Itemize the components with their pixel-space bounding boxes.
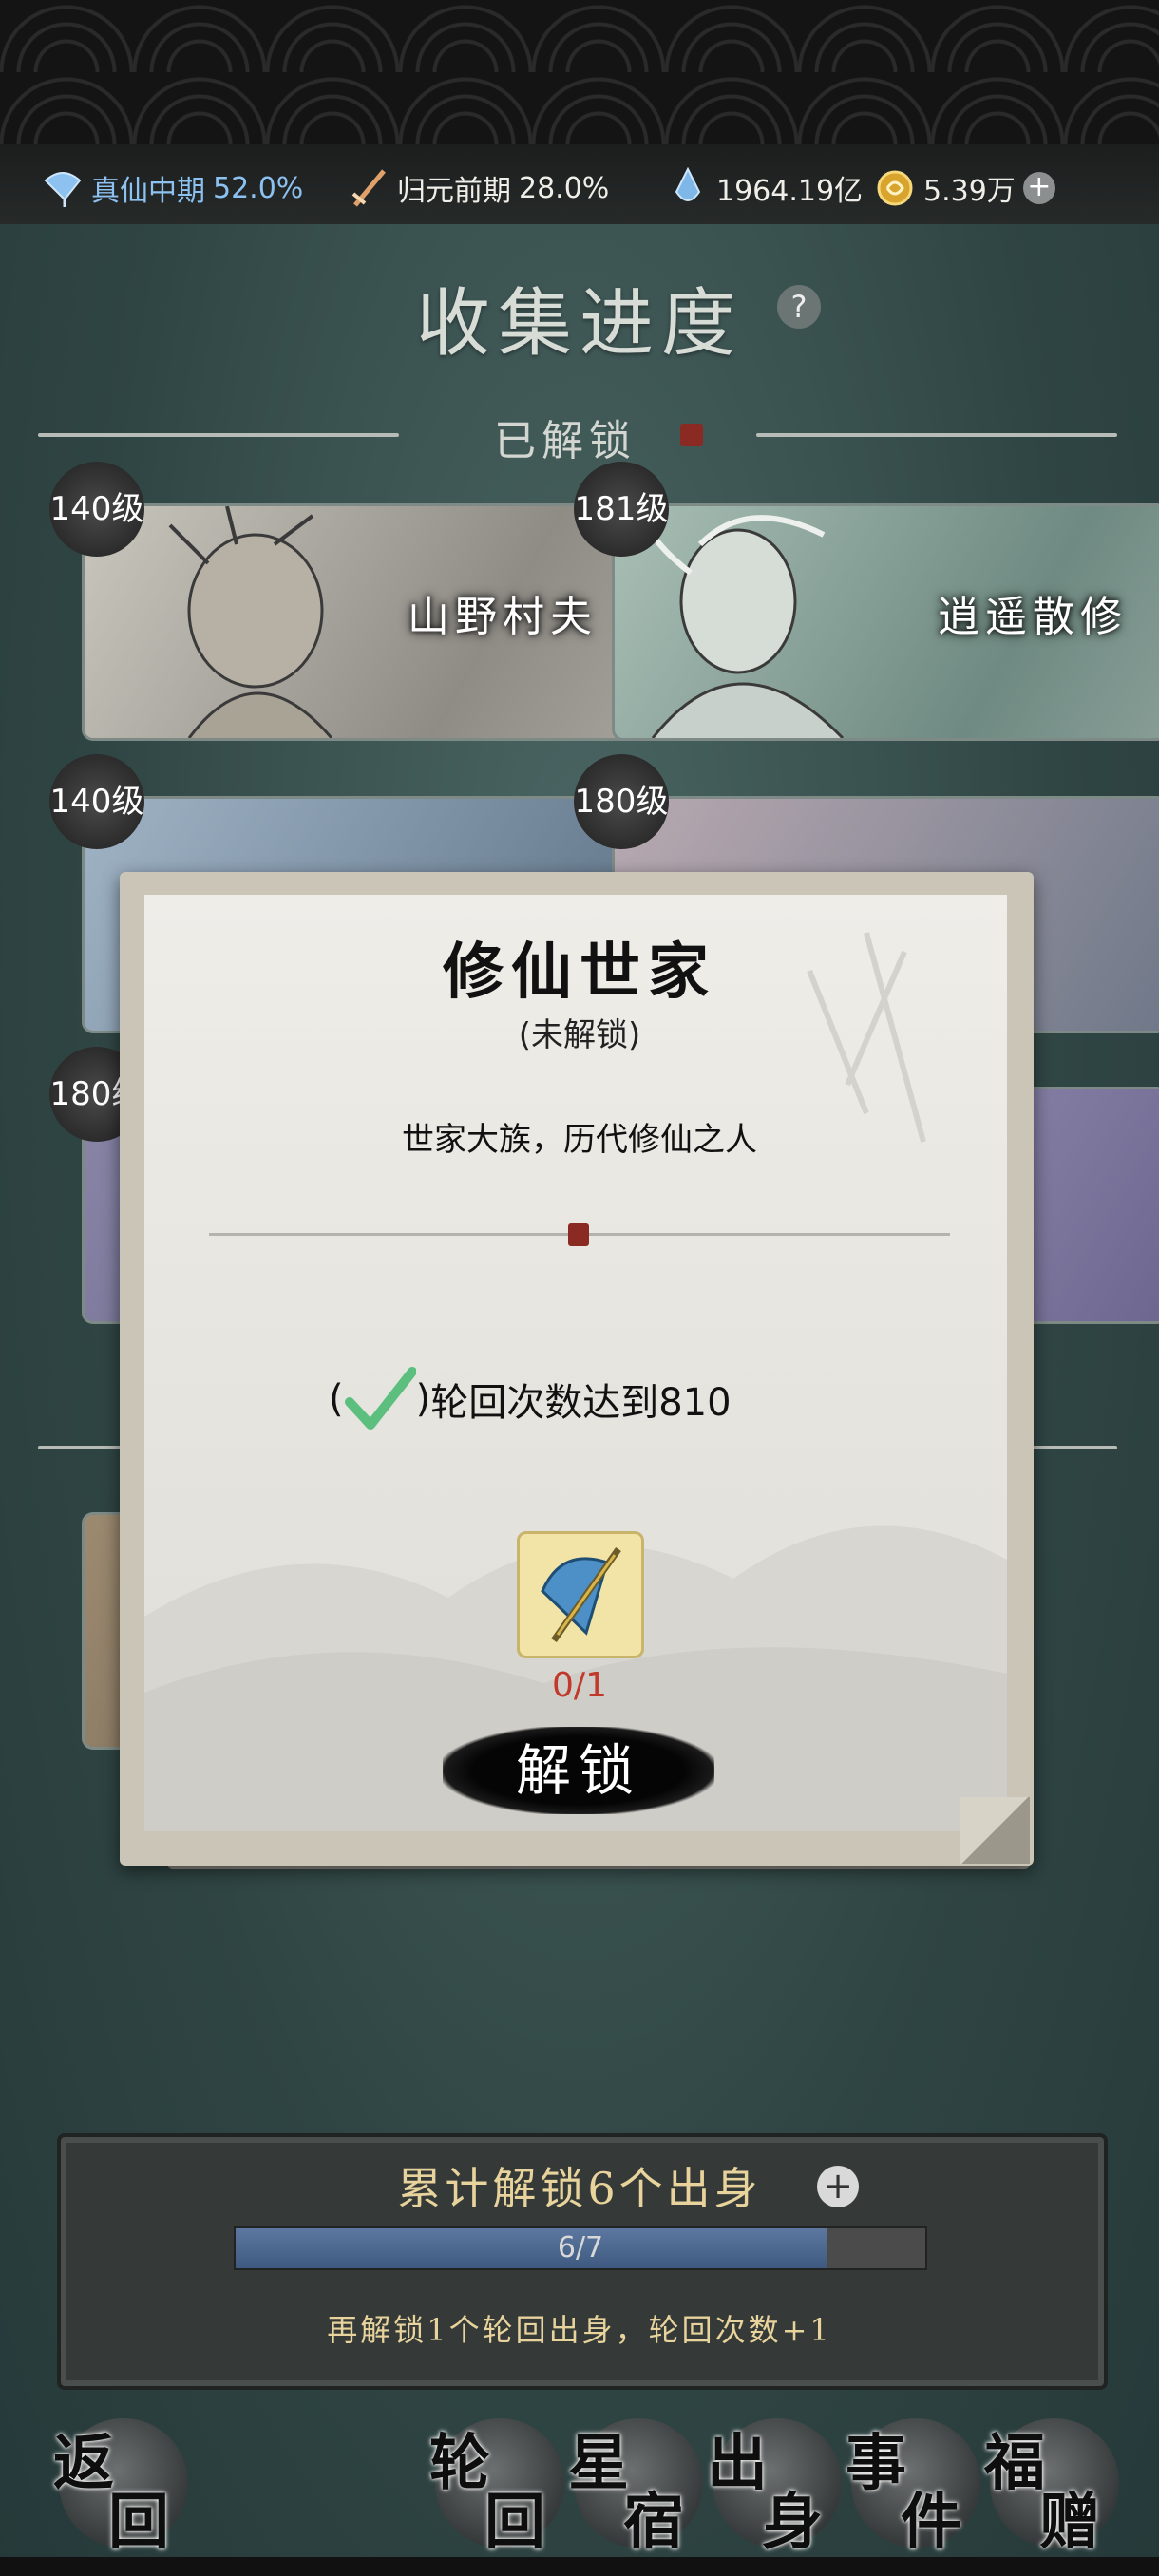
seal-stamp-icon bbox=[680, 424, 703, 446]
nav-char-2: 宿 bbox=[623, 2487, 684, 2558]
realm-secondary: 归元前期 28.0% bbox=[348, 167, 609, 209]
nav-char-1: 福 bbox=[984, 2428, 1045, 2499]
spirit-stone-amount: 1964.19亿 bbox=[716, 175, 864, 208]
back-button-char-1: 返 bbox=[53, 2428, 114, 2499]
nav-char-1: 星 bbox=[568, 2428, 629, 2499]
modal-title: 修仙世家 bbox=[443, 937, 716, 1008]
nav-char-2: 件 bbox=[901, 2487, 961, 2558]
nav-blessing-button[interactable]: 福 赠 bbox=[984, 2418, 1119, 2558]
progress-details-button[interactable]: + bbox=[817, 2166, 859, 2207]
checkmark-icon bbox=[344, 1367, 416, 1430]
page-title: 收集进度 bbox=[415, 281, 743, 367]
origin-card-name: 逍遥散修 bbox=[938, 593, 1128, 641]
fan-icon bbox=[44, 172, 82, 207]
origin-card-name: 山野村夫 bbox=[408, 593, 598, 641]
condition-bracket-open: ( bbox=[329, 1377, 344, 1421]
bottom-edge bbox=[0, 2557, 1159, 2576]
modal-status: (未解锁) bbox=[518, 1016, 641, 1054]
origin-card-wanderer[interactable]: 逍遥散修 bbox=[612, 503, 1159, 741]
realm-secondary-percent: 28.0% bbox=[519, 171, 610, 205]
top-decorative-band bbox=[0, 0, 1159, 144]
nav-char-1: 出 bbox=[707, 2428, 768, 2499]
back-button-char-2: 回 bbox=[108, 2487, 169, 2558]
coin-icon bbox=[877, 170, 913, 206]
spirit-stone-balance: 1964.19亿 bbox=[667, 167, 863, 209]
unlock-button[interactable]: 解锁 bbox=[443, 1727, 714, 1814]
unlocked-section-label: 已解锁 bbox=[494, 417, 636, 465]
add-currency-button[interactable]: + bbox=[1022, 172, 1055, 204]
required-item-slot[interactable] bbox=[517, 1531, 644, 1658]
nav-constellation-button[interactable]: 星 宿 bbox=[568, 2418, 703, 2558]
coin-balance: 5.39万 + bbox=[874, 167, 1055, 209]
realm-primary-label: 真仙中期 bbox=[91, 175, 205, 208]
origin-card-villager[interactable]: 山野村夫 bbox=[82, 503, 638, 741]
talisman-fan-icon bbox=[541, 1546, 621, 1643]
coin-amount: 5.39万 bbox=[923, 175, 1016, 208]
spirit-crystal-icon bbox=[674, 167, 701, 201]
unlock-condition: ( ) 轮回次数达到810 bbox=[329, 1366, 732, 1432]
item-count: 0/1 bbox=[552, 1666, 607, 1705]
realm-secondary-label: 归元前期 bbox=[397, 175, 511, 208]
help-button[interactable]: ? bbox=[777, 285, 821, 329]
nav-char-2: 回 bbox=[484, 2487, 545, 2558]
level-badge: 140级 bbox=[49, 754, 144, 849]
realm-primary-percent: 52.0% bbox=[213, 171, 304, 205]
section-divider-left bbox=[38, 433, 399, 437]
level-badge: 181级 bbox=[574, 462, 669, 557]
back-button[interactable]: 返 回 bbox=[53, 2418, 188, 2558]
condition-text: 轮回次数达到810 bbox=[430, 1381, 732, 1425]
nav-reincarnation-button[interactable]: 轮 回 bbox=[429, 2418, 564, 2558]
nav-char-2: 身 bbox=[762, 2487, 823, 2558]
collection-progress-label: 6/7 bbox=[557, 2231, 604, 2264]
seal-stamp-icon bbox=[568, 1223, 589, 1246]
level-badge: 180级 bbox=[574, 754, 669, 849]
nav-char-1: 事 bbox=[846, 2428, 906, 2499]
nav-char-1: 轮 bbox=[429, 2428, 490, 2499]
realm-primary: 真仙中期 52.0% bbox=[42, 167, 303, 209]
resource-bar: 真仙中期 52.0% 归元前期 28.0% 1964.19亿 5.39万 + bbox=[0, 144, 1159, 226]
level-badge: 140级 bbox=[49, 462, 144, 557]
collection-progress-bar: 6/7 bbox=[234, 2226, 927, 2270]
page-curl-corner bbox=[960, 1797, 1030, 1864]
modal-description: 世家大族，历代修仙之人 bbox=[402, 1121, 757, 1159]
sword-icon bbox=[352, 169, 386, 207]
collection-progress-title: 累计解锁6个出身 bbox=[397, 2163, 762, 2214]
collection-progress-hint: 再解锁1个轮回出身，轮回次数+1 bbox=[327, 2312, 832, 2348]
nav-char-2: 赠 bbox=[1039, 2487, 1100, 2558]
nav-events-button[interactable]: 事 件 bbox=[846, 2418, 980, 2558]
condition-bracket-close: ) bbox=[415, 1377, 431, 1421]
section-divider-right bbox=[756, 433, 1117, 437]
nav-origin-button[interactable]: 出 身 bbox=[707, 2418, 842, 2558]
